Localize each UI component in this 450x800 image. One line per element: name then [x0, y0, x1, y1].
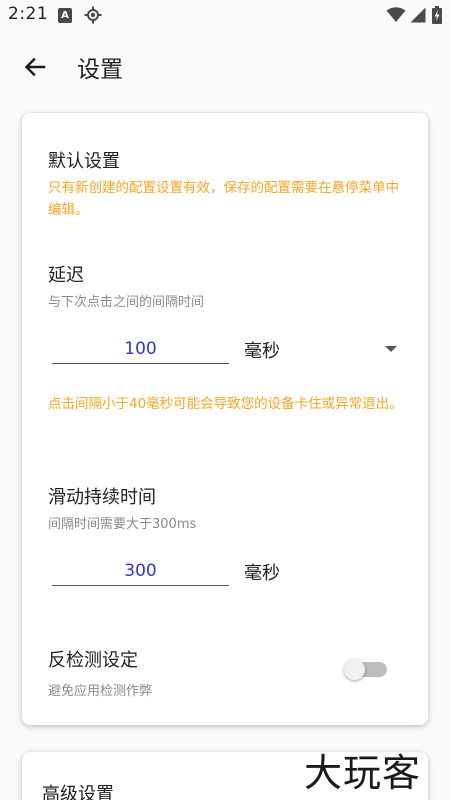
signal-icon: [410, 7, 426, 23]
location-icon: [84, 6, 102, 24]
back-arrow-icon[interactable]: [22, 54, 48, 80]
delay-description: 与下次点击之间的间隔时间: [48, 295, 205, 310]
wifi-icon: [386, 7, 406, 22]
anti-detection-toggle[interactable]: [342, 658, 390, 682]
delay-unit-select[interactable]: 毫秒: [244, 337, 280, 363]
swipe-duration-title: 滑动持续时间: [48, 487, 156, 508]
watermark-logo: 大玩客: [304, 751, 422, 795]
delay-title: 延迟: [48, 265, 84, 286]
anti-detection-title: 反检测设定: [48, 650, 138, 671]
delay-warning: 点击间隔小于40毫秒可能会导致您的设备卡住或异常退出。: [48, 396, 403, 412]
swipe-duration-unit: 毫秒: [244, 563, 280, 584]
app-bar: 设置: [0, 32, 450, 102]
advanced-settings-title: 高级设置: [42, 784, 114, 800]
dropdown-arrow-icon[interactable]: [385, 346, 397, 352]
anti-detection-description: 避免应用检测作弊: [48, 684, 153, 699]
default-settings-title: 默认设置: [48, 151, 120, 172]
page-title: 设置: [77, 57, 123, 83]
swipe-duration-input[interactable]: [52, 556, 229, 586]
swipe-duration-description: 间隔时间需要大于300ms: [48, 517, 197, 532]
delay-input[interactable]: [52, 334, 229, 364]
default-settings-notice: 只有新创建的配置设置有效，保存的配置需要在悬停菜单中编辑。: [48, 180, 399, 218]
status-time: 2:21: [8, 4, 49, 24]
default-settings-card: 默认设置 只有新创建的配置设置有效，保存的配置需要在悬停菜单中编辑。 延迟 与下…: [22, 113, 428, 725]
status-bar: 2:21 A: [0, 0, 450, 32]
battery-icon: [432, 6, 442, 24]
notification-a-icon: A: [58, 8, 72, 23]
toggle-thumb: [344, 659, 365, 680]
